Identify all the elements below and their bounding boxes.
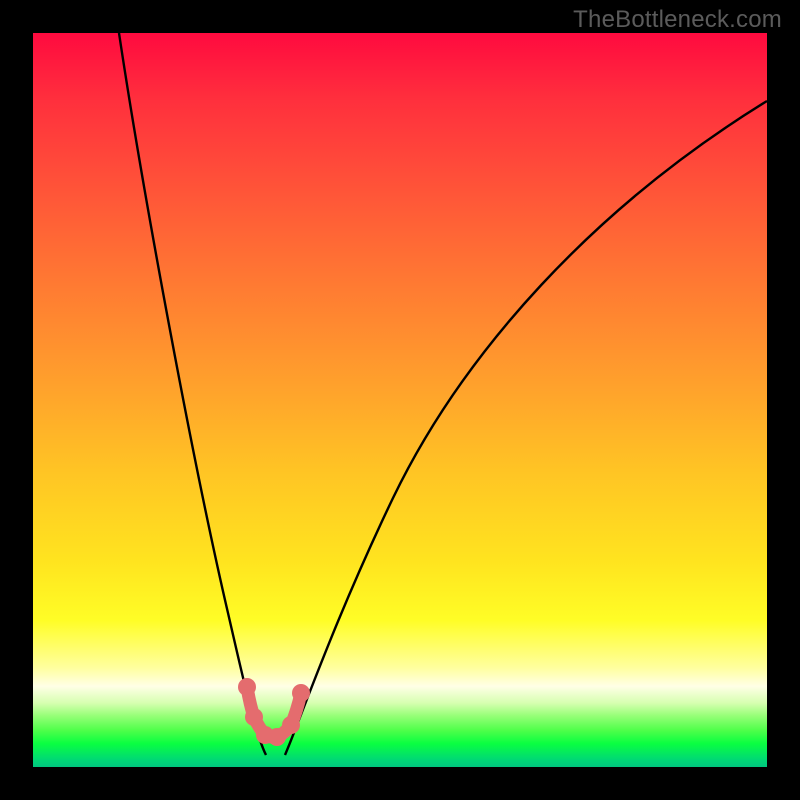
plot-area [33, 33, 767, 767]
marker-dot [268, 728, 286, 746]
curve-right-branch [285, 101, 767, 755]
bottleneck-curve [33, 33, 767, 767]
marker-dot [238, 678, 256, 696]
outer-frame: TheBottleneck.com [0, 0, 800, 800]
marker-dot [292, 684, 310, 702]
curve-left-branch [119, 33, 266, 755]
marker-dot [245, 708, 263, 726]
marker-dot [282, 716, 300, 734]
watermark-text: TheBottleneck.com [573, 6, 782, 34]
marker-group [238, 678, 310, 746]
